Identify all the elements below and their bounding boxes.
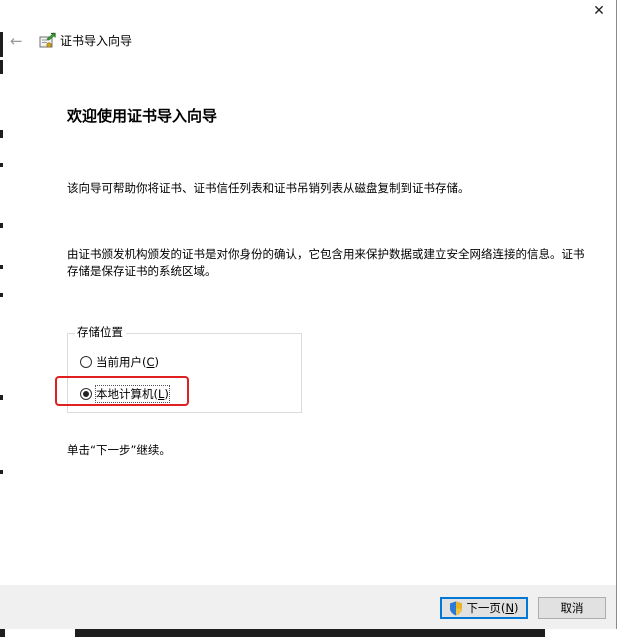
next-button[interactable]: 下一页(N) bbox=[440, 597, 528, 619]
radio-button[interactable] bbox=[80, 356, 92, 368]
uac-shield-icon bbox=[450, 601, 463, 615]
cancel-button[interactable]: 取消 bbox=[538, 597, 606, 619]
description-paragraph: 由证书颁发机构颁发的证书是对你身份的确认，它包含用来保护数据或建立安全网络连接的… bbox=[67, 247, 585, 278]
close-icon[interactable]: ✕ bbox=[592, 4, 606, 18]
back-arrow-icon[interactable]: ← bbox=[10, 33, 26, 49]
window-title: 证书导入向导 bbox=[60, 34, 133, 48]
radio-current-user-label: 当前用户(C) bbox=[96, 355, 160, 369]
page-heading: 欢迎使用证书导入向导 bbox=[67, 107, 218, 125]
next-button-label: 下一页(N) bbox=[466, 601, 519, 615]
certificate-wizard-icon bbox=[39, 32, 56, 48]
continue-instruction: 单击“下一步”继续。 bbox=[67, 443, 171, 457]
left-edge-artifact bbox=[0, 0, 3, 637]
radio-current-user[interactable]: 当前用户(C) bbox=[80, 354, 159, 370]
red-annotation-box bbox=[55, 376, 189, 406]
intro-paragraph: 该向导可帮助你将证书、证书信任列表和证书吊销列表从磁盘复制到证书存储。 bbox=[67, 181, 470, 195]
store-location-legend: 存储位置 bbox=[75, 325, 126, 339]
bottom-edge-artifact bbox=[0, 629, 617, 637]
